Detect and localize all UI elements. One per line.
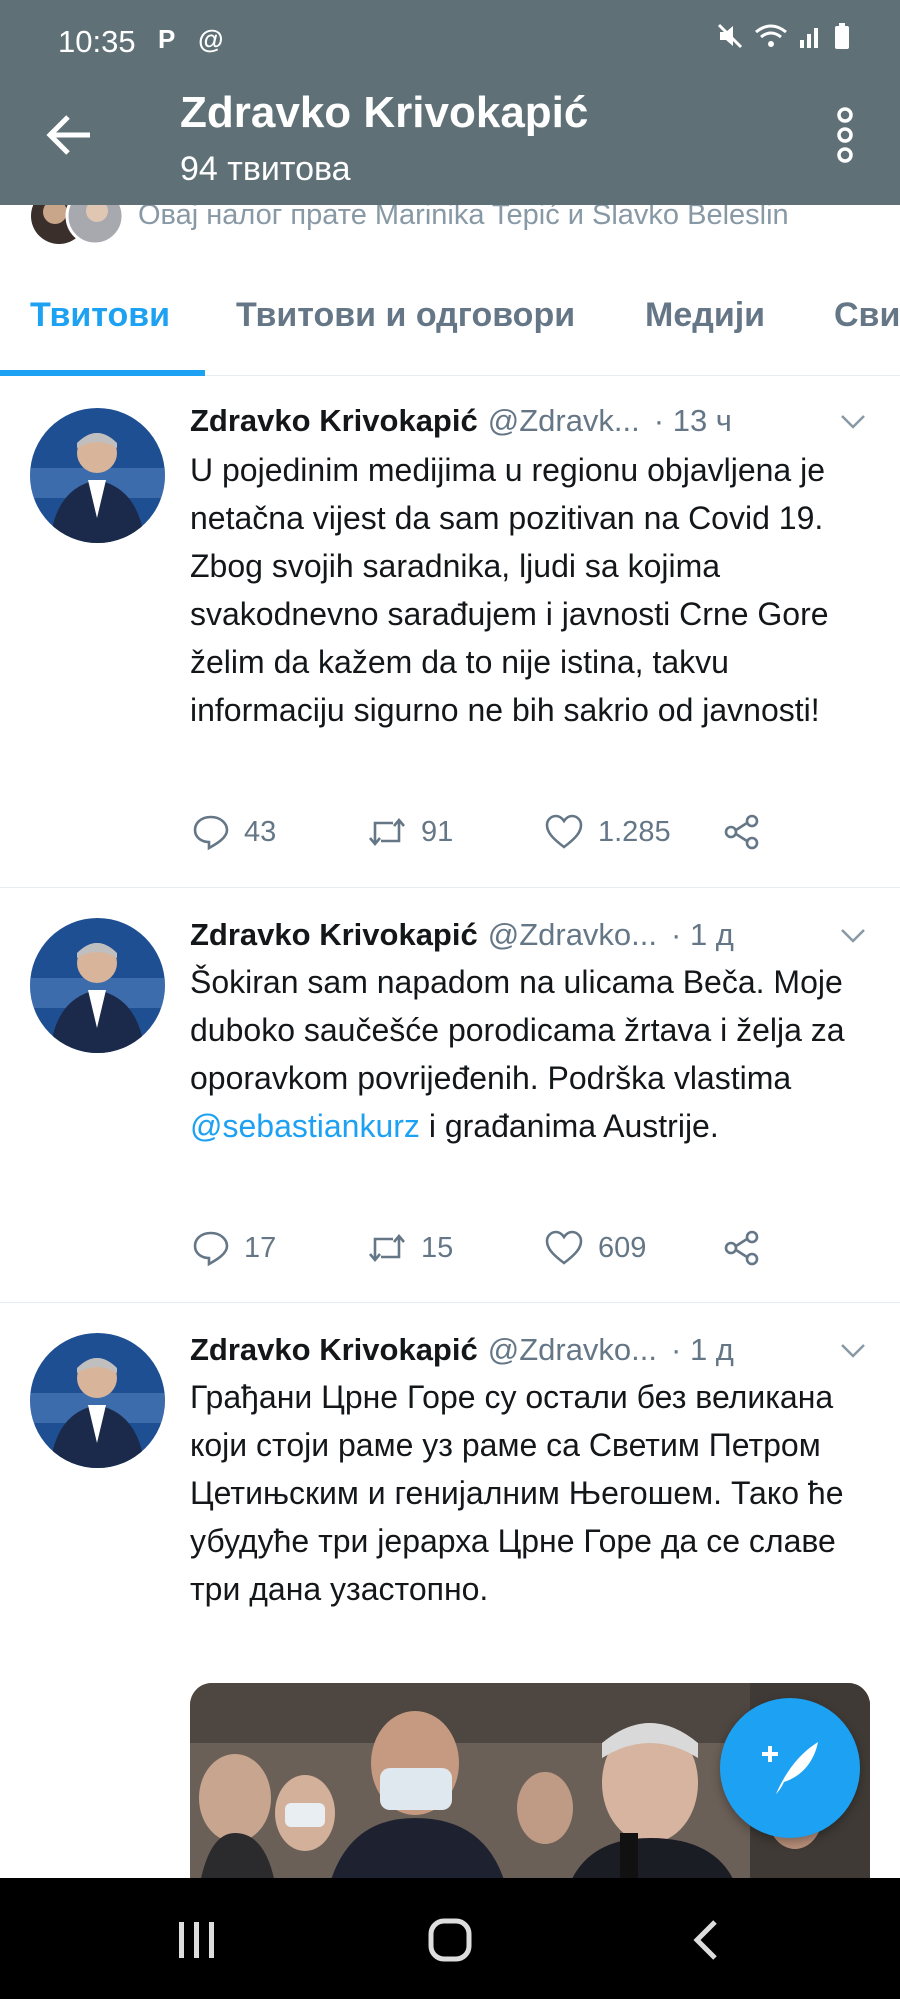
tweet-time: · 1 д: [671, 917, 734, 952]
tab-media[interactable]: Медији: [645, 296, 765, 335]
tweet[interactable]: Zdravko Krivokapić @Zdravk... · 13 ч U p…: [0, 376, 900, 888]
status-icons: [716, 22, 850, 50]
share-button[interactable]: [722, 1229, 762, 1267]
avatar[interactable]: [30, 918, 165, 1053]
tweet-text: U pojedinim medijima u regionu objavljen…: [190, 452, 829, 728]
back-arrow-icon[interactable]: [40, 105, 100, 165]
like-button[interactable]: 609: [544, 1229, 646, 1267]
avatar[interactable]: [30, 1333, 165, 1468]
tweet-actions: 17 15 609: [192, 1229, 872, 1273]
followed-by-row[interactable]: Овај налог прате Marinika Tepić и Slavko…: [0, 205, 900, 250]
tweet-text-part: i građanima Austrije.: [419, 1108, 719, 1144]
system-back-icon[interactable]: [685, 1918, 729, 1962]
tweet[interactable]: Zdravko Krivokapić @Zdravko... · 1 д Šok…: [0, 888, 900, 1303]
home-icon[interactable]: [428, 1918, 472, 1962]
tweet-time: · 13 ч: [653, 403, 732, 438]
chevron-down-icon[interactable]: [836, 918, 870, 952]
tweet-time: · 1 д: [671, 1332, 734, 1367]
reply-button[interactable]: 43: [192, 813, 276, 851]
author-handle[interactable]: @Zdravk...: [488, 403, 640, 439]
more-vertical-icon[interactable]: [830, 105, 860, 165]
mention-link[interactable]: @sebastiankurz: [190, 1108, 420, 1144]
tweet-actions: 43 91 1.285: [192, 813, 872, 857]
share-button[interactable]: [722, 813, 762, 851]
reply-button[interactable]: 17: [192, 1229, 276, 1267]
profile-name: Zdravko Krivokapić: [180, 88, 589, 137]
retweet-count: 15: [421, 1231, 454, 1264]
author-name[interactable]: Zdravko Krivokapić: [190, 403, 478, 439]
tweet-header: Zdravko Krivokapić @Zdravko... · 1 д: [190, 912, 870, 958]
retweet-button[interactable]: 91: [367, 813, 453, 851]
tweet-count: 94 твитова: [180, 150, 351, 188]
chevron-down-icon[interactable]: [836, 404, 870, 438]
tab-tweets[interactable]: Твитови: [30, 296, 170, 335]
avatar[interactable]: [30, 408, 165, 543]
system-navigation-bar: [0, 1878, 900, 1999]
profile-tabs: Твитови Твитови и одговори Медији Сви: [0, 268, 900, 376]
battery-icon: [835, 23, 849, 49]
app-header: 10:35 P @ Zdravko Krivokapić 94 твитова: [0, 0, 900, 205]
compose-tweet-icon: [762, 1742, 818, 1794]
author-handle[interactable]: @Zdravko...: [488, 1332, 657, 1368]
share-icon: [724, 1230, 759, 1266]
tweet-text-part: Šokiran sam napadom na ulicama Beča. Moj…: [190, 964, 845, 1096]
signal-icon: [800, 28, 818, 48]
share-icon: [724, 814, 759, 850]
retweet-button[interactable]: 15: [367, 1229, 453, 1267]
tab-likes[interactable]: Сви: [834, 296, 900, 335]
followed-by-text: Овај налог прате Marinika Tepić и Slavko…: [138, 205, 789, 231]
recent-apps-icon[interactable]: [175, 1918, 219, 1962]
comment-icon: [193, 815, 229, 851]
author-name[interactable]: Zdravko Krivokapić: [190, 1332, 478, 1368]
follower-avatars: [31, 205, 125, 245]
retweet-icon: [369, 1233, 405, 1263]
mute-icon: [717, 23, 743, 49]
status-time: 10:35: [58, 24, 136, 59]
wifi-icon: [755, 24, 787, 47]
tweet-header: Zdravko Krivokapić @Zdravko... · 1 д: [190, 1327, 870, 1373]
retweet-count: 91: [421, 815, 454, 848]
reply-count: 17: [244, 1231, 277, 1264]
comment-icon: [193, 1231, 229, 1267]
author-name[interactable]: Zdravko Krivokapić: [190, 917, 478, 953]
like-count: 1.285: [598, 815, 671, 848]
compose-tweet-button[interactable]: [720, 1698, 860, 1838]
notification-icons: P @: [158, 24, 232, 54]
tweet-text: Šokiran sam napadom na ulicama Beča. Moj…: [190, 958, 870, 1150]
reply-count: 43: [244, 815, 277, 848]
like-count: 609: [598, 1231, 647, 1264]
retweet-icon: [369, 817, 405, 847]
tweet-text: Грађани Црне Горе су остали без великана…: [190, 1379, 844, 1607]
like-button[interactable]: 1.285: [544, 813, 671, 851]
heart-icon: [545, 814, 583, 849]
author-handle[interactable]: @Zdravko...: [488, 917, 657, 953]
tweet-header: Zdravko Krivokapić @Zdravk... · 13 ч: [190, 398, 870, 444]
tab-tweets-and-replies[interactable]: Твитови и одговори: [236, 296, 575, 335]
heart-icon: [545, 1230, 583, 1265]
chevron-down-icon[interactable]: [836, 1333, 870, 1367]
